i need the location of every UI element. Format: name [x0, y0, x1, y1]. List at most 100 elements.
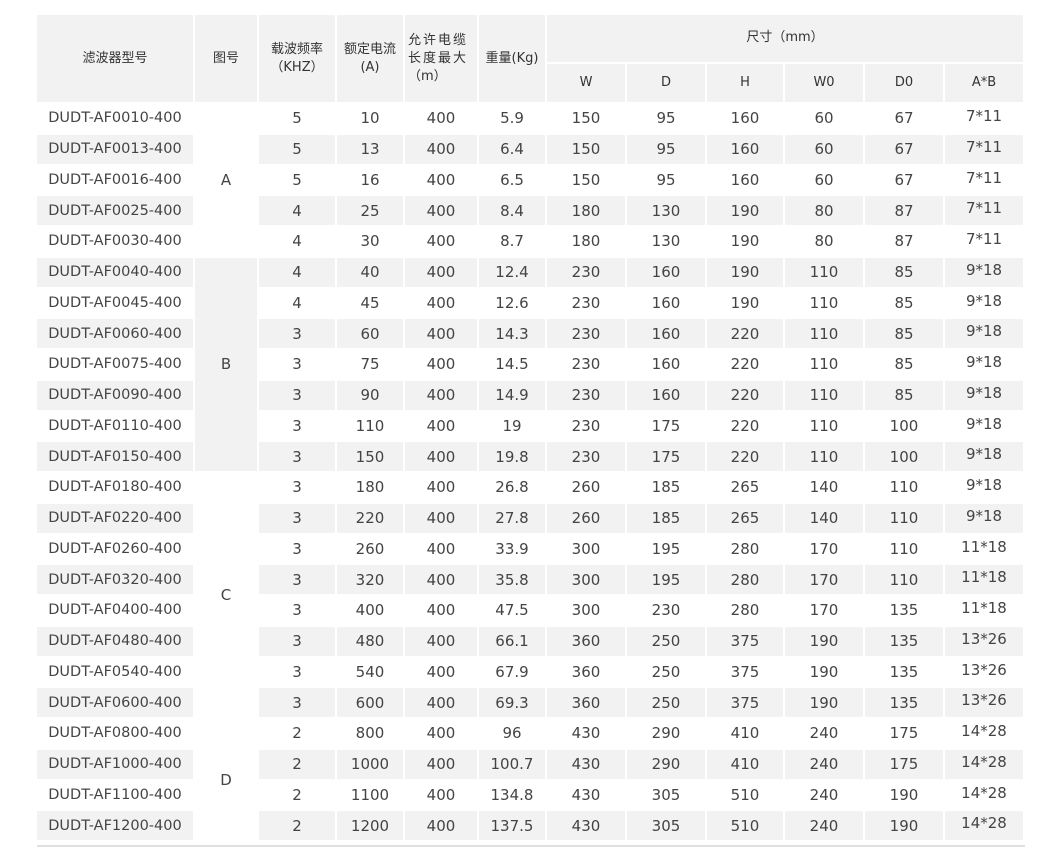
cell-figure-group: D: [195, 719, 259, 842]
cell-model: DUDT-AF0040-400: [37, 257, 195, 289]
cell-carrier-frequency: 4: [259, 257, 337, 289]
cell-figure-group: B: [195, 257, 259, 473]
header-dim-d0: D0: [865, 64, 945, 104]
cell-weight: 100.7: [479, 749, 547, 781]
header-carrier-frequency: 载波频率 （KHZ）: [259, 15, 337, 104]
cell-dim-ab: 9*18: [945, 442, 1026, 473]
cell-dim-ab: 9*18: [945, 411, 1026, 443]
cell-model: DUDT-AF0016-400: [37, 165, 195, 197]
cell-dim-w0: 240: [785, 780, 865, 812]
cell-dim-d: 230: [627, 596, 707, 627]
cell-model: DUDT-AF0013-400: [37, 134, 195, 166]
cell-dim-d0: 175: [865, 719, 945, 750]
cell-dim-w0: 240: [785, 811, 865, 842]
cell-rated-current: 180: [337, 473, 405, 504]
cell-dim-d: 160: [627, 380, 707, 412]
cell-model: DUDT-AF0400-400: [37, 596, 195, 627]
cell-dim-ab: 9*18: [945, 257, 1026, 289]
cell-dim-d0: 85: [865, 288, 945, 320]
cell-dim-w: 230: [547, 380, 627, 412]
cell-weight: 26.8: [479, 473, 547, 504]
table-row: DUDT-AF0400-400 3 400 400 47.5 300 230 280 170 13…: [37, 596, 1026, 627]
cell-dim-ab: 13*26: [945, 657, 1026, 689]
cell-cable-length: 400: [405, 196, 479, 227]
cell-dim-d0: 135: [865, 596, 945, 627]
cell-dim-h: 510: [707, 811, 785, 842]
cell-dim-d0: 87: [865, 227, 945, 258]
table-row: DUDT-AF0260-400 3 260 400 33.9 300 195 280 170 11…: [37, 534, 1026, 566]
cell-dim-d0: 135: [865, 626, 945, 658]
cell-rated-current: 480: [337, 626, 405, 658]
cell-dim-w: 430: [547, 811, 627, 842]
cell-figure-group: A: [195, 104, 259, 258]
cell-rated-current: 25: [337, 196, 405, 227]
cell-dim-ab: 7*11: [945, 104, 1026, 135]
cell-cable-length: 400: [405, 534, 479, 566]
cell-rated-current: 150: [337, 442, 405, 473]
cell-carrier-frequency: 5: [259, 134, 337, 166]
cell-dim-w: 300: [547, 596, 627, 627]
cell-dim-w: 360: [547, 688, 627, 719]
table-row: DUDT-AF0030-400 4 30 400 8.7 180 130 190 80 87 7*1…: [37, 227, 1026, 258]
cell-dim-d: 290: [627, 749, 707, 781]
cell-model: DUDT-AF0025-400: [37, 196, 195, 227]
cell-carrier-frequency: 3: [259, 473, 337, 504]
cell-dim-d0: 67: [865, 104, 945, 135]
cell-dim-ab: 14*28: [945, 811, 1026, 842]
cell-dim-w0: 140: [785, 503, 865, 535]
cell-rated-current: 40: [337, 257, 405, 289]
cell-dim-ab: 14*28: [945, 749, 1026, 781]
cell-weight: 12.6: [479, 288, 547, 320]
cell-dim-h: 220: [707, 350, 785, 381]
cell-rated-current: 1200: [337, 811, 405, 842]
cell-dim-ab: 9*18: [945, 503, 1026, 535]
cell-dim-d0: 85: [865, 380, 945, 412]
cell-weight: 137.5: [479, 811, 547, 842]
cell-dim-h: 280: [707, 534, 785, 566]
cell-weight: 14.3: [479, 319, 547, 350]
cell-rated-current: 1000: [337, 749, 405, 781]
cell-dim-w: 260: [547, 473, 627, 504]
cell-rated-current: 800: [337, 719, 405, 750]
header-dim-d: D: [627, 64, 707, 104]
cell-weight: 33.9: [479, 534, 547, 566]
cell-dim-d: 175: [627, 411, 707, 443]
cell-dim-ab: 13*26: [945, 626, 1026, 658]
cell-dim-ab: 11*18: [945, 534, 1026, 566]
cell-carrier-frequency: 3: [259, 380, 337, 412]
cell-dim-w: 230: [547, 350, 627, 381]
cell-model: DUDT-AF1200-400: [37, 811, 195, 842]
cell-dim-w0: 240: [785, 749, 865, 781]
cell-dim-d: 195: [627, 565, 707, 596]
cell-dim-d0: 175: [865, 749, 945, 781]
table-row: DUDT-AF0220-400 3 220 400 27.8 260 185 265 140 11…: [37, 503, 1026, 535]
cell-dim-w: 300: [547, 534, 627, 566]
cell-cable-length: 400: [405, 442, 479, 473]
cell-dim-w0: 170: [785, 596, 865, 627]
cell-dim-h: 280: [707, 565, 785, 596]
cell-dim-w: 230: [547, 257, 627, 289]
table-header: 滤波器型号 图号 载波频率 （KHZ） 额定电流 (A) 允许电缆 长度最大 （…: [37, 15, 1026, 104]
cell-dim-d: 95: [627, 165, 707, 197]
header-rated-current: 额定电流 (A): [337, 15, 405, 104]
cell-dim-d0: 67: [865, 165, 945, 197]
cell-weight: 27.8: [479, 503, 547, 535]
header-dimensions: 尺寸（mm）: [547, 15, 1026, 64]
cell-carrier-frequency: 2: [259, 749, 337, 781]
cell-dim-d: 130: [627, 196, 707, 227]
cell-weight: 69.3: [479, 688, 547, 719]
cell-cable-length: 400: [405, 380, 479, 412]
cell-model: DUDT-AF0600-400: [37, 688, 195, 719]
cell-dim-d0: 100: [865, 411, 945, 443]
table-row: DUDT-AF0150-400 3 150 400 19.8 230 175 220 110 10…: [37, 442, 1026, 473]
cell-dim-w0: 240: [785, 719, 865, 750]
cell-dim-h: 265: [707, 473, 785, 504]
cell-dim-d: 95: [627, 134, 707, 166]
table-row: DUDT-AF0060-400 3 60 400 14.3 230 160 220 110 85 9…: [37, 319, 1026, 350]
cell-dim-d: 250: [627, 657, 707, 689]
cell-dim-h: 160: [707, 134, 785, 166]
cell-carrier-frequency: 4: [259, 196, 337, 227]
table-row: DUDT-AF0010-400 A 5 10 400 5.9 150 95 160 60 67 7*1…: [37, 104, 1026, 258]
cell-cable-length: 400: [405, 104, 479, 135]
table-row: DUDT-AF0025-400 4 25 400 8.4 180 130 190 80 87 7*1…: [37, 196, 1026, 227]
